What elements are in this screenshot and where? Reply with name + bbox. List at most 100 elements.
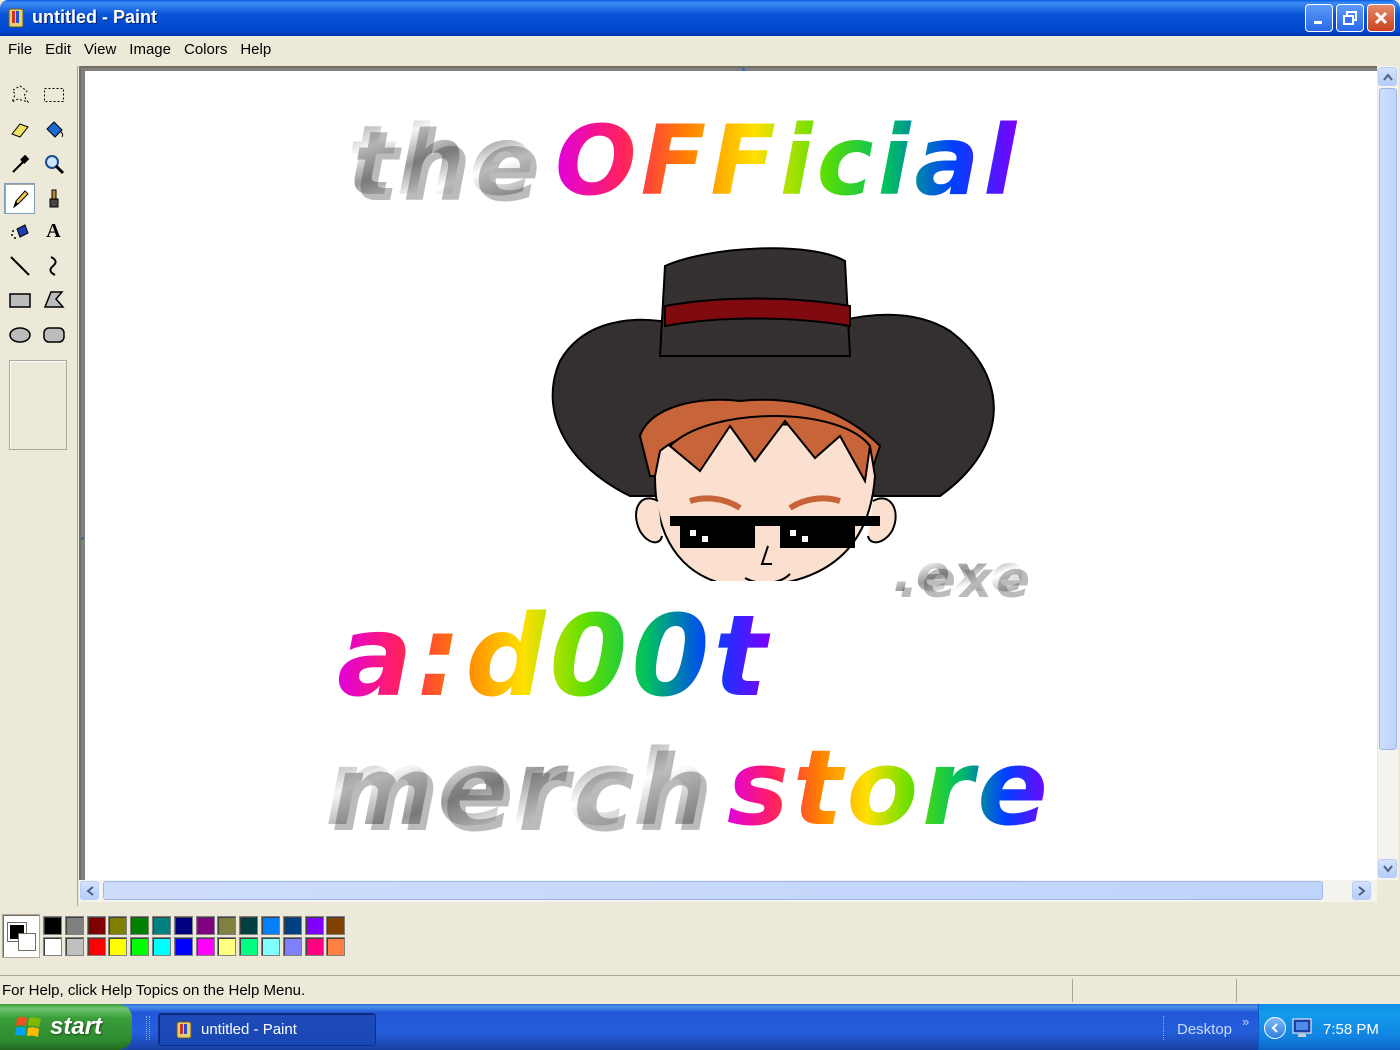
vertical-scroll-thumb[interactable] bbox=[1379, 88, 1397, 750]
palette-swatch[interactable] bbox=[130, 937, 150, 956]
palette-swatch[interactable] bbox=[43, 937, 62, 956]
restore-button[interactable] bbox=[1336, 4, 1364, 32]
pick-color-tool[interactable] bbox=[4, 148, 35, 179]
scrollbar-corner bbox=[1377, 880, 1398, 902]
rounded-rectangle-icon bbox=[42, 326, 65, 343]
palette-swatch[interactable] bbox=[152, 937, 171, 956]
brush-icon bbox=[49, 189, 58, 207]
palette-swatch[interactable] bbox=[195, 916, 215, 935]
tray-expand-button[interactable] bbox=[1264, 1017, 1286, 1039]
rectangle-tool[interactable] bbox=[4, 284, 35, 315]
palette-swatch[interactable] bbox=[43, 916, 62, 935]
palette-swatch[interactable] bbox=[282, 916, 302, 935]
palette-swatch[interactable] bbox=[304, 937, 324, 956]
eraser-icon bbox=[10, 122, 29, 138]
rectangle-icon bbox=[8, 292, 31, 308]
brush-tool[interactable] bbox=[38, 183, 69, 214]
menu-file[interactable]: File bbox=[2, 41, 39, 58]
palette-swatch[interactable] bbox=[217, 916, 237, 935]
menu-help[interactable]: Help bbox=[234, 41, 278, 58]
pencil-tool[interactable] bbox=[4, 183, 35, 214]
chevron-left-icon bbox=[85, 885, 94, 896]
free-form-select-icon bbox=[10, 84, 29, 103]
menu-view[interactable]: View bbox=[78, 41, 123, 58]
curve-tool[interactable] bbox=[38, 250, 69, 281]
taskbar-grip bbox=[146, 1016, 150, 1040]
palette-swatch[interactable] bbox=[173, 937, 193, 956]
curve-icon bbox=[48, 255, 57, 276]
scroll-up-button[interactable] bbox=[1378, 67, 1397, 86]
start-button[interactable]: start bbox=[0, 1004, 132, 1050]
scroll-right-button[interactable] bbox=[1352, 881, 1371, 900]
current-colors[interactable] bbox=[2, 914, 40, 958]
palette-swatch[interactable] bbox=[195, 937, 215, 956]
free-form-select-tool[interactable] bbox=[4, 79, 35, 110]
horizontal-scrollbar[interactable] bbox=[79, 880, 1377, 902]
palette-swatch[interactable] bbox=[326, 916, 346, 935]
vertical-scrollbar[interactable] bbox=[1377, 66, 1398, 882]
menu-image[interactable]: Image bbox=[123, 41, 178, 58]
palette-swatch[interactable] bbox=[173, 916, 193, 935]
chevron-right-icon bbox=[1357, 885, 1366, 896]
pencil-icon bbox=[12, 189, 29, 208]
drawing-canvas[interactable]: the OFFicial .exe a:d00t merch store bbox=[81, 68, 1379, 884]
polygon-tool[interactable] bbox=[38, 284, 69, 315]
cowboy-character-illustration bbox=[551, 247, 995, 581]
magnifier-tool[interactable] bbox=[38, 148, 69, 179]
line-tool[interactable] bbox=[4, 250, 35, 281]
palette-swatch[interactable] bbox=[64, 916, 84, 935]
menu-edit[interactable]: Edit bbox=[39, 41, 78, 58]
scroll-down-button[interactable] bbox=[1378, 859, 1397, 878]
artwork-text-adoot: a:d00t bbox=[337, 592, 771, 722]
paint-app-icon bbox=[8, 8, 24, 28]
close-icon bbox=[1374, 11, 1388, 25]
toolbox: A bbox=[0, 66, 78, 906]
airbrush-icon bbox=[10, 223, 29, 239]
windows-logo-icon bbox=[15, 1017, 41, 1037]
scroll-left-button[interactable] bbox=[80, 881, 99, 900]
resize-handle-left[interactable] bbox=[81, 537, 84, 540]
select-tool[interactable] bbox=[38, 79, 69, 110]
palette-swatch[interactable] bbox=[108, 937, 128, 956]
desktop-toolbar-label[interactable]: Desktop bbox=[1177, 1021, 1232, 1038]
restore-icon bbox=[1343, 11, 1357, 25]
menu-bar: File Edit View Image Colors Help bbox=[0, 36, 1400, 62]
airbrush-tool[interactable] bbox=[4, 216, 35, 247]
chevron-double-right-icon[interactable]: » bbox=[1242, 1014, 1249, 1029]
title-bar[interactable]: untitled - Paint bbox=[0, 0, 1400, 36]
artwork-text-the: the bbox=[347, 105, 539, 217]
palette-swatch[interactable] bbox=[108, 916, 128, 935]
taskbar-item-paint[interactable]: untitled - Paint bbox=[158, 1013, 376, 1046]
menu-colors[interactable]: Colors bbox=[178, 41, 234, 58]
tool-options-box[interactable] bbox=[9, 360, 67, 450]
palette-swatch[interactable] bbox=[86, 937, 106, 956]
palette-swatch[interactable] bbox=[152, 916, 171, 935]
fill-tool[interactable] bbox=[38, 114, 69, 145]
palette-swatch[interactable] bbox=[304, 916, 324, 935]
resize-handle-top[interactable] bbox=[742, 68, 745, 71]
palette-swatch[interactable] bbox=[282, 937, 302, 956]
close-button[interactable] bbox=[1367, 4, 1395, 32]
status-pane-size bbox=[1236, 979, 1400, 1002]
eraser-tool[interactable] bbox=[4, 114, 35, 145]
palette-swatch[interactable] bbox=[217, 937, 237, 956]
fill-bucket-icon bbox=[45, 120, 63, 138]
paint-window: untitled - Paint File Edit View Image Co… bbox=[0, 0, 1400, 1004]
palette-swatch[interactable] bbox=[326, 937, 346, 956]
artwork-text-store: store bbox=[727, 727, 1052, 849]
palette-swatch[interactable] bbox=[239, 937, 259, 956]
palette-swatch[interactable] bbox=[130, 916, 150, 935]
palette-swatch[interactable] bbox=[239, 916, 259, 935]
palette-swatch[interactable] bbox=[86, 916, 106, 935]
text-tool[interactable]: A bbox=[38, 216, 69, 247]
status-help-text: For Help, click Help Topics on the Help … bbox=[2, 982, 306, 999]
palette-swatch[interactable] bbox=[64, 937, 84, 956]
rounded-rectangle-tool[interactable] bbox=[38, 319, 69, 350]
minimize-button[interactable] bbox=[1305, 4, 1333, 32]
palette-swatch[interactable] bbox=[261, 916, 280, 935]
line-icon bbox=[9, 255, 30, 276]
palette-swatch[interactable] bbox=[261, 937, 280, 956]
horizontal-scroll-thumb[interactable] bbox=[103, 881, 1323, 900]
network-monitor-icon[interactable] bbox=[1291, 1017, 1313, 1039]
ellipse-tool[interactable] bbox=[4, 319, 35, 350]
